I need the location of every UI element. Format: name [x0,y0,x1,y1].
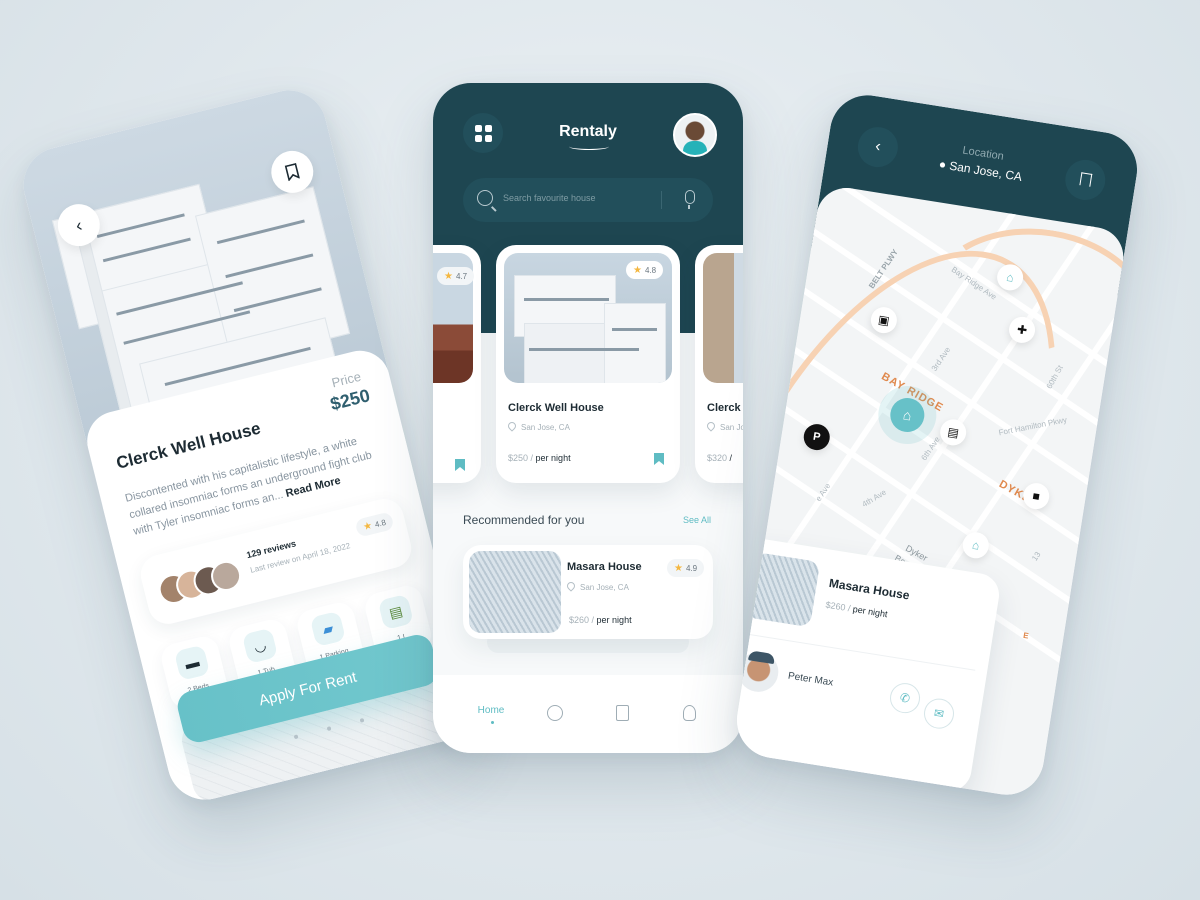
star-icon: ★ [633,264,642,276]
house-image [744,551,821,628]
divider [661,191,662,209]
card-location: San Jose, CA [565,580,629,592]
star-icon: ★ [444,270,453,282]
recommended-card[interactable]: Masara House San Jose, CA $260 / per nig… [463,545,713,639]
laundry-icon: ▤ [377,593,414,631]
property-card[interactable]: Masara House $260 / per night Peter Max … [731,536,1003,795]
star-icon: ★ [361,519,374,533]
rating-value: 4.8 [373,517,387,529]
location-pin-icon: ● [937,156,948,172]
search-bar[interactable]: Search favourite house [463,178,713,222]
phone-icon: ✆ [898,690,912,706]
bottom-nav: Home [433,675,743,753]
house-card[interactable]: ★ 4.8 Clerck Well House San Jose, CA $25… [496,245,680,483]
location-pin-icon [565,580,577,592]
map-screen: ‹ Location ● San Jose, CA BELT PLWY Bay … [731,89,1143,801]
house-card[interactable]: ★ 4.7 [433,245,481,483]
active-indicator [491,721,494,724]
mic-icon[interactable] [685,190,695,209]
section-title: Recommended for you [463,513,585,527]
card-title: Masara House [567,561,642,573]
card-price: $260 / per night [824,599,889,620]
card-title: Masara House [828,575,911,603]
house-card[interactable]: Clerck W San Jo $320 / [695,245,743,483]
bookmark-icon [284,162,301,182]
rating-badge: ★ 4.8 [626,261,664,279]
search-icon [477,190,493,206]
chevron-left-icon: ‹ [73,214,85,236]
detail-card: Price $250 Clerck Well House Discontente… [80,344,479,808]
card-title: Clerck W [707,402,743,414]
home-screen: Rentaly Search favourite house ★ 4.7 ★ 4… [433,83,743,753]
rating-badge: ★ 4.9 [667,559,705,577]
map-label: 13 [1030,550,1043,563]
profile-icon[interactable] [683,705,696,721]
card-price: $260 / per night [569,615,632,625]
house-image [469,551,561,633]
bookmark-icon[interactable] [654,453,664,465]
rating-badge: ★ 4.8 [354,511,395,538]
card-price: $320 / [707,453,733,463]
location-pin-icon [705,420,717,432]
detail-screen: ‹ Price $250 Clerck Well House Disconten… [15,82,479,808]
card-price: $250 / per night [508,453,571,463]
nav-home[interactable]: Home [471,705,511,716]
agent-name: Peter Max [787,670,834,689]
logo-swoosh [569,143,609,150]
bookmark-icon[interactable] [455,459,465,471]
message-button[interactable]: ✉ [921,696,957,731]
car-icon: ▰ [309,610,347,648]
avatar[interactable] [673,113,717,157]
rating-badge: ★ 4.7 [437,267,475,285]
star-icon: ★ [674,562,683,574]
chat-icon[interactable] [547,705,563,721]
bookmark-icon [1079,172,1093,187]
bookmark-icon[interactable] [616,705,629,721]
card-location: San Jo [705,420,743,432]
rating-value: 4.7 [455,271,468,281]
card-location: San Jose, CA [506,420,570,432]
tub-icon: ◡ [241,627,279,665]
location-pin-icon [506,420,518,432]
mail-icon: ✉ [932,705,946,722]
card-title: Clerck Well House [508,402,604,414]
rating-value: 4.8 [644,265,657,275]
rating-value: 4.9 [685,563,698,573]
search-input[interactable]: Search favourite house [503,193,596,203]
see-all-link[interactable]: See All [683,515,711,525]
call-button[interactable]: ✆ [887,680,923,716]
bed-icon: ▬ [173,644,211,681]
